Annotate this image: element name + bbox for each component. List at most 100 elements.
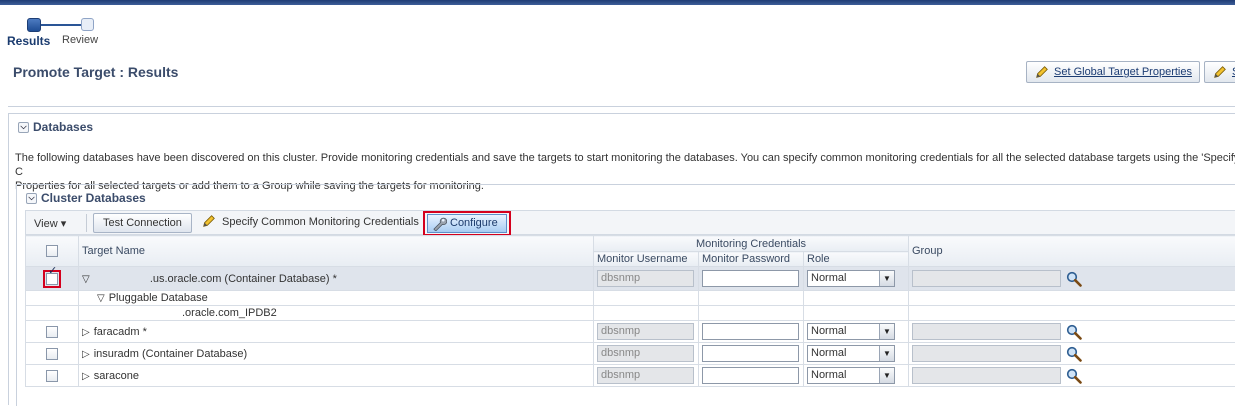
password-cell — [699, 291, 804, 306]
view-menu[interactable]: View ▾ — [34, 217, 66, 230]
table-row[interactable]: ▷ insuradm (Container Database) dbsnmp No… — [26, 343, 1235, 365]
row-select-cell — [26, 343, 79, 365]
row-select-cell — [26, 321, 79, 343]
pencil-icon — [202, 214, 216, 228]
row-select-cell — [26, 291, 79, 306]
group-header[interactable]: Group — [909, 236, 1235, 267]
monitor-username-header[interactable]: Monitor Username — [594, 252, 699, 267]
target-name-cell: .oracle.com_IPDB2 — [79, 306, 594, 321]
role-cell: Normal▼ — [804, 343, 909, 365]
role-value: Normal — [811, 272, 846, 284]
collapsed-triangle-icon[interactable]: ▷ — [82, 327, 90, 338]
monitor-password-field[interactable] — [702, 367, 799, 384]
monitor-password-header[interactable]: Monitor Password — [699, 252, 804, 267]
username-cell — [594, 306, 699, 321]
collapse-chevron-icon[interactable]: ⌵ — [18, 122, 29, 133]
monitor-password-field[interactable] — [702, 270, 799, 287]
configure-label: Configure — [450, 217, 498, 229]
pencil-icon — [1035, 65, 1049, 79]
collapse-chevron-icon[interactable]: ⌵ — [26, 193, 37, 204]
role-value: Normal — [811, 347, 846, 359]
cluster-databases-table: Target Name Monitoring Credentials Group… — [25, 235, 1235, 387]
cluster-databases-header[interactable]: ⌵ Cluster Databases — [26, 191, 146, 205]
role-select[interactable]: Normal▼ — [807, 345, 895, 362]
train-step-results-icon[interactable] — [27, 18, 41, 32]
target-name: insuradm (Container Database) — [94, 348, 247, 360]
cluster-databases-title: Cluster Databases — [41, 191, 146, 205]
role-cell: Normal▼ — [804, 267, 909, 291]
top-bar — [0, 0, 1235, 5]
second-global-button[interactable]: S — [1204, 61, 1235, 83]
collapsed-triangle-icon[interactable]: ▷ — [82, 349, 90, 360]
monitor-username-field: dbsnmp — [597, 270, 694, 287]
target-name-cell: ▽Pluggable Database — [79, 291, 594, 306]
divider — [8, 106, 1235, 107]
databases-header[interactable]: ⌵ Databases — [18, 120, 93, 134]
target-name-cell: ▷faracadm * — [79, 321, 594, 343]
page-title: Promote Target : Results — [13, 64, 178, 80]
train-step-review-label[interactable]: Review — [62, 34, 98, 46]
chevron-down-icon: ▾ — [61, 218, 67, 230]
table-row[interactable]: ▷faracadm * dbsnmp Normal▼ — [26, 321, 1235, 343]
collapsed-triangle-icon[interactable]: ▷ — [82, 371, 90, 382]
search-icon[interactable] — [1066, 346, 1082, 362]
monitoring-credentials-header: Monitoring Credentials — [594, 236, 909, 252]
toolbar-separator — [86, 214, 87, 232]
search-icon[interactable] — [1066, 271, 1082, 287]
role-select[interactable]: Normal▼ — [807, 323, 895, 340]
specify-credentials-button[interactable]: Specify Common Monitoring Credentials — [202, 216, 419, 228]
select-all-checkbox[interactable] — [46, 245, 58, 257]
row-checkbox[interactable] — [46, 326, 58, 338]
role-cell: Normal▼ — [804, 365, 909, 387]
view-menu-label: View — [34, 218, 58, 230]
train-step-results-label: Results — [7, 34, 50, 48]
role-cell — [804, 306, 909, 321]
configure-button[interactable]: Configure — [427, 214, 507, 233]
row-checkbox[interactable] — [46, 370, 58, 382]
row-select-cell — [26, 267, 79, 291]
username-cell — [594, 291, 699, 306]
test-connection-button[interactable]: Test Connection — [93, 213, 192, 233]
expanded-triangle-icon[interactable]: ▽ — [97, 293, 105, 304]
description-line-1: The following databases have been discov… — [15, 151, 1235, 179]
role-select[interactable]: Normal▼ — [807, 367, 895, 384]
group-cell — [909, 267, 1235, 291]
username-cell: dbsnmp — [594, 365, 699, 387]
row-checkbox[interactable] — [46, 273, 58, 285]
username-cell: dbsnmp — [594, 343, 699, 365]
table-row: ▽Pluggable Database — [26, 291, 1235, 306]
search-icon[interactable] — [1066, 368, 1082, 384]
monitor-username-field: dbsnmp — [597, 323, 694, 340]
password-cell — [699, 267, 804, 291]
group-field — [912, 345, 1061, 362]
role-select[interactable]: Normal▼ — [807, 270, 895, 287]
row-checkbox[interactable] — [46, 348, 58, 360]
specify-credentials-label: Specify Common Monitoring Credentials — [222, 216, 419, 228]
target-name: .oracle.com_IPDB2 — [182, 307, 277, 319]
databases-section: ⌵ Databases The following databases have… — [8, 113, 1235, 405]
monitor-password-field[interactable] — [702, 323, 799, 340]
target-name: .us.oracle.com (Container Database) * — [150, 273, 337, 285]
table-row[interactable]: ▷saracone dbsnmp Normal▼ — [26, 365, 1235, 387]
cluster-databases-section: ⌵ Cluster Databases View ▾ Test Connecti… — [16, 184, 1235, 406]
group-cell — [909, 321, 1235, 343]
group-cell — [909, 291, 1235, 306]
group-cell — [909, 365, 1235, 387]
train-connector — [41, 24, 81, 26]
group-cell — [909, 343, 1235, 365]
target-name-header[interactable]: Target Name — [79, 236, 594, 267]
group-field — [912, 323, 1061, 340]
table-row: .oracle.com_IPDB2 — [26, 306, 1235, 321]
username-cell: dbsnmp — [594, 321, 699, 343]
username-cell: dbsnmp — [594, 267, 699, 291]
group-field — [912, 367, 1061, 384]
set-global-target-properties-button[interactable]: Set Global Target Properties — [1026, 61, 1200, 83]
train-step-review-icon[interactable] — [81, 18, 94, 31]
role-header[interactable]: Role — [804, 252, 909, 267]
row-checkbox-highlight — [43, 270, 61, 288]
expanded-triangle-icon[interactable]: ▽ — [82, 274, 90, 285]
table-row[interactable]: ▽ .us.oracle.com (Container Database) * … — [26, 267, 1235, 291]
monitor-password-field[interactable] — [702, 345, 799, 362]
select-all-header — [26, 236, 79, 267]
search-icon[interactable] — [1066, 324, 1082, 340]
